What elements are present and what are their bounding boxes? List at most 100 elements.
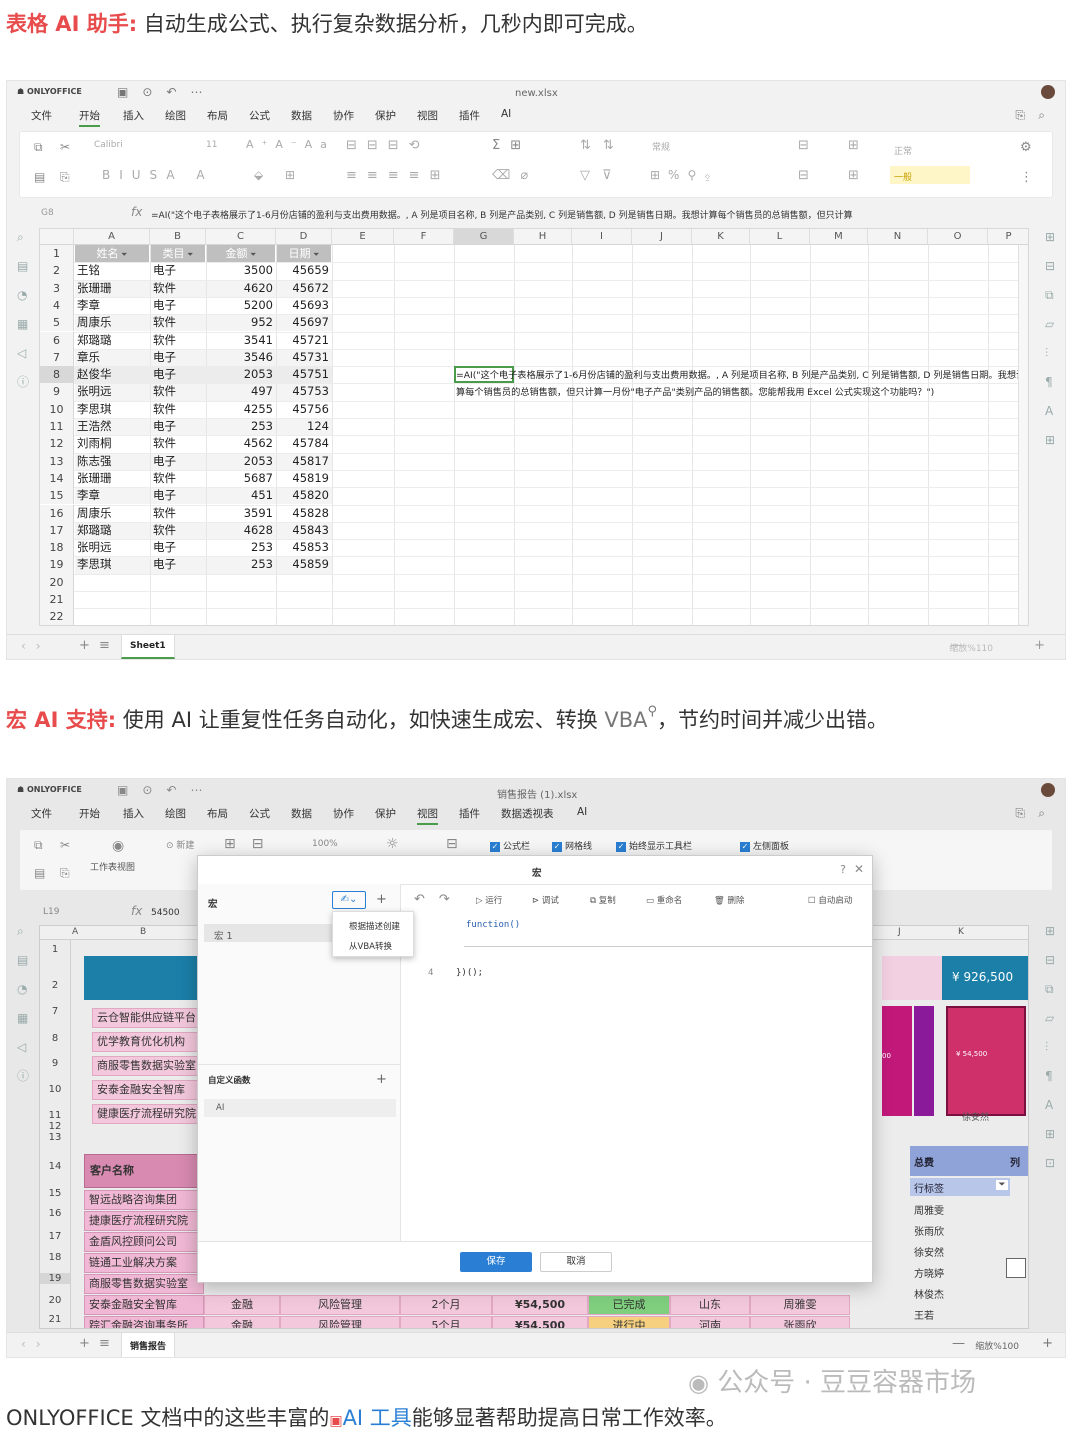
cell[interactable]: 软件	[153, 314, 203, 331]
column-header-O[interactable]: O	[928, 229, 988, 245]
sheet-view-label[interactable]: 工作表视图	[90, 860, 135, 873]
cell[interactable]: 45853	[279, 539, 329, 556]
cell[interactable]: 497	[209, 383, 273, 400]
formula-input[interactable]: 54500	[151, 908, 180, 918]
row-header-19[interactable]: 19	[40, 1273, 70, 1284]
cell[interactable]: 451	[209, 487, 273, 504]
table-cell[interactable]: 风险管理	[280, 1316, 400, 1328]
code-line-1[interactable]: function()	[466, 920, 520, 930]
sum-icon[interactable]: Σ⊞	[492, 138, 531, 153]
cell[interactable]: 电子	[153, 349, 203, 366]
table-row[interactable]: 捷康医疗流程研究院	[84, 1211, 204, 1231]
cell[interactable]: 张珊珊	[77, 470, 147, 487]
menu-2[interactable]: 插入	[123, 108, 144, 123]
cell[interactable]: 电子	[153, 418, 203, 435]
table-cell[interactable]: 2个月	[400, 1295, 492, 1315]
cancel-button[interactable]: 取消	[540, 1252, 612, 1272]
column-header-D[interactable]: D	[276, 229, 332, 245]
alignment-bottom-icons[interactable]: ≡≡≡≡⊞	[346, 168, 450, 183]
cell[interactable]: 45784	[279, 435, 329, 452]
row-header-12[interactable]: 12	[40, 435, 74, 453]
menu-6[interactable]: 数据	[291, 806, 312, 821]
add-function-button[interactable]: +	[376, 1072, 387, 1087]
cell[interactable]: 2053	[209, 453, 273, 470]
row-header-18[interactable]: 18	[40, 1252, 70, 1263]
quick-access-icons[interactable]: ▣⊙↶⋯	[117, 85, 216, 99]
row-header-9[interactable]: 9	[40, 1058, 70, 1069]
cell[interactable]: 电子	[153, 539, 203, 556]
list-item[interactable]: 安泰金融安全智库	[92, 1080, 204, 1100]
row-header-2[interactable]: 2	[40, 980, 70, 991]
clear-icons[interactable]: ⌫⌀	[492, 168, 538, 183]
column-header-N[interactable]: N	[868, 229, 928, 245]
cell[interactable]: 45751	[279, 366, 329, 383]
cell[interactable]: 软件	[153, 383, 203, 400]
select-all-corner[interactable]	[40, 229, 74, 245]
cell[interactable]: 45828	[279, 505, 329, 522]
add-sheet-button[interactable]: +	[79, 1336, 90, 1351]
run-button[interactable]: ▷ 运行	[476, 894, 502, 906]
row-header-1[interactable]: 1	[40, 944, 70, 955]
row-header-9[interactable]: 9	[40, 383, 74, 401]
cell[interactable]: 45659	[279, 262, 329, 279]
row-header-5[interactable]: 5	[40, 314, 74, 332]
column-header-C[interactable]: C	[206, 229, 276, 245]
row-header-2[interactable]: 2	[40, 262, 74, 280]
sheet-nav-arrows[interactable]: ‹›	[21, 639, 51, 653]
vertical-scrollbar[interactable]	[1018, 245, 1028, 625]
table-row[interactable]: 踪汇金融咨询事务所	[84, 1316, 204, 1328]
column-header-L[interactable]: L	[750, 229, 810, 245]
cell[interactable]: 45756	[279, 401, 329, 418]
save-icon[interactable]: ⎘	[1015, 108, 1025, 123]
font-size-select[interactable]: 11	[206, 140, 217, 150]
copy-icon[interactable]: ⧉	[34, 140, 43, 155]
table-cell[interactable]: ¥54,500	[492, 1295, 588, 1315]
cell[interactable]: 软件	[153, 435, 203, 452]
style-normal[interactable]: 正常	[890, 140, 970, 158]
menu-7[interactable]: 协作	[333, 108, 354, 123]
row-header-8[interactable]: 8	[40, 366, 74, 384]
row-header-22[interactable]: 22	[40, 608, 74, 625]
cell[interactable]: 李思琪	[77, 401, 147, 418]
autostart-checkbox[interactable]: ☐ 自动启动	[808, 894, 852, 906]
formula-input[interactable]: =AI("这个电子表格展示了1-6月份店铺的盈利与支出费用数据。, A 列是项目…	[151, 208, 1007, 221]
cell[interactable]: 王浩然	[77, 418, 147, 435]
cell[interactable]: 软件	[153, 332, 203, 349]
cell[interactable]: 软件	[153, 522, 203, 539]
row-header-14[interactable]: 14	[40, 469, 74, 488]
menu-12[interactable]: AI	[577, 806, 587, 818]
search-icon[interactable]: ⚲	[648, 704, 658, 719]
row-header-20[interactable]: 20	[40, 573, 74, 591]
cell[interactable]: 软件	[153, 280, 203, 297]
menu-11[interactable]: AI	[501, 108, 511, 120]
save-icon[interactable]: ⎘	[1015, 806, 1025, 821]
cell[interactable]: 软件	[153, 470, 203, 487]
cell[interactable]: 电子	[153, 297, 203, 314]
avatar[interactable]	[1041, 85, 1055, 99]
font-name-select[interactable]: Calibri	[94, 140, 204, 150]
cut-icon[interactable]: ✂	[60, 140, 70, 154]
checkbox-shape[interactable]	[1006, 1258, 1026, 1278]
menu-10[interactable]: 插件	[459, 806, 480, 821]
column-header-F[interactable]: F	[394, 229, 454, 245]
cell[interactable]: 刘雨桐	[77, 435, 147, 452]
row-header-10[interactable]: 10	[40, 1084, 70, 1095]
menu-7[interactable]: 协作	[333, 806, 354, 821]
filter-dropdown-icon[interactable]: ⏷	[185, 250, 193, 259]
close-icon[interactable]: ✕	[854, 862, 864, 876]
column-header-J[interactable]: J	[632, 229, 692, 245]
table-format-icon[interactable]: ⊟	[798, 168, 809, 183]
format-painter-icon[interactable]: ⎘	[60, 866, 70, 881]
format-painter-icon[interactable]: ⎘	[60, 170, 70, 185]
menu-3[interactable]: 绘图	[165, 806, 186, 821]
left-panel-icons[interactable]: ⌕ ▤ ◔ ▦ ◁ ⓘ	[17, 223, 29, 397]
row-header-17[interactable]: 17	[40, 521, 74, 540]
menu-4[interactable]: 布局	[207, 806, 228, 821]
text-format-icons[interactable]: BIUSA A	[102, 168, 214, 182]
menu-9[interactable]: 视图	[417, 806, 438, 825]
column-header-B[interactable]: B	[140, 927, 146, 937]
theme-icon[interactable]: ☼	[386, 836, 399, 852]
menu-8[interactable]: 保护	[375, 108, 396, 123]
column-header-E[interactable]: E	[332, 229, 394, 245]
delete-button[interactable]: 🗑 删除	[714, 894, 745, 906]
